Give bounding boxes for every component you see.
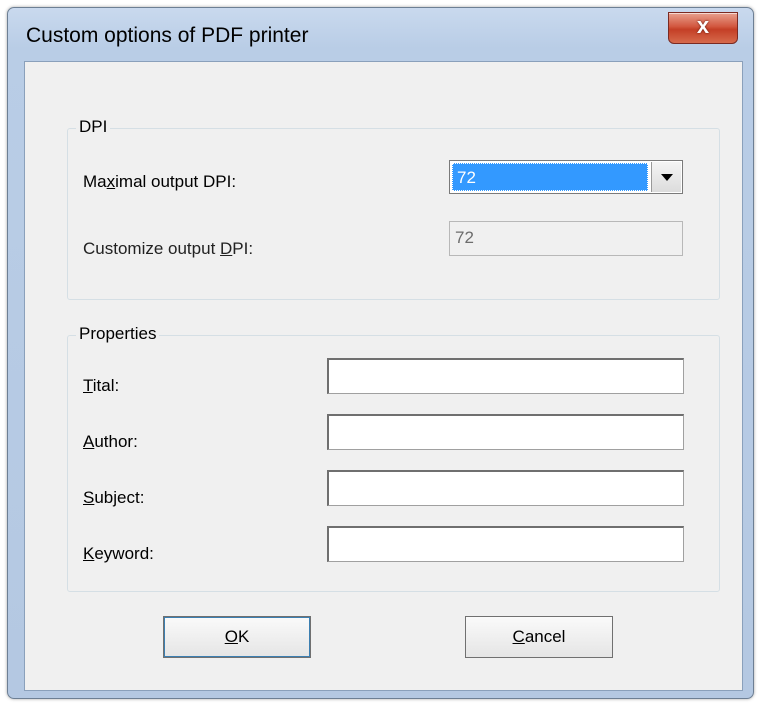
close-button[interactable]: x — [668, 12, 738, 44]
window-title: Custom options of PDF printer — [26, 24, 309, 47]
ok-button[interactable]: OK — [163, 616, 311, 658]
author-field[interactable] — [327, 414, 684, 450]
dpi-group: DPI — [67, 117, 720, 300]
keyword-field[interactable] — [327, 526, 684, 562]
max-dpi-label: Maximal output DPI: — [83, 172, 237, 191]
custom-dpi-label: Customize output DPI: — [83, 239, 254, 258]
title-field[interactable] — [327, 358, 684, 394]
close-icon: x — [696, 13, 710, 38]
keyword-label: Keyword: — [83, 544, 154, 563]
max-dpi-select[interactable]: 72 — [449, 160, 683, 194]
dpi-group-label: DPI — [76, 117, 111, 137]
title-label: Tital: — [83, 376, 120, 395]
properties-group-label: Properties — [76, 324, 160, 344]
cancel-button[interactable]: Cancel — [465, 616, 613, 658]
custom-dpi-field[interactable]: 72 — [449, 221, 683, 256]
author-label: Author: — [83, 432, 138, 451]
max-dpi-selected-value: 72 — [452, 163, 648, 191]
dialog-body: DPI Maximal output DPI: 72 Customize out… — [24, 61, 743, 691]
subject-field[interactable] — [327, 470, 684, 506]
dialog-window: Custom options of PDF printer x DPI Maxi… — [7, 7, 754, 699]
subject-label: Subject: — [83, 488, 145, 507]
chevron-down-icon[interactable] — [651, 162, 681, 192]
